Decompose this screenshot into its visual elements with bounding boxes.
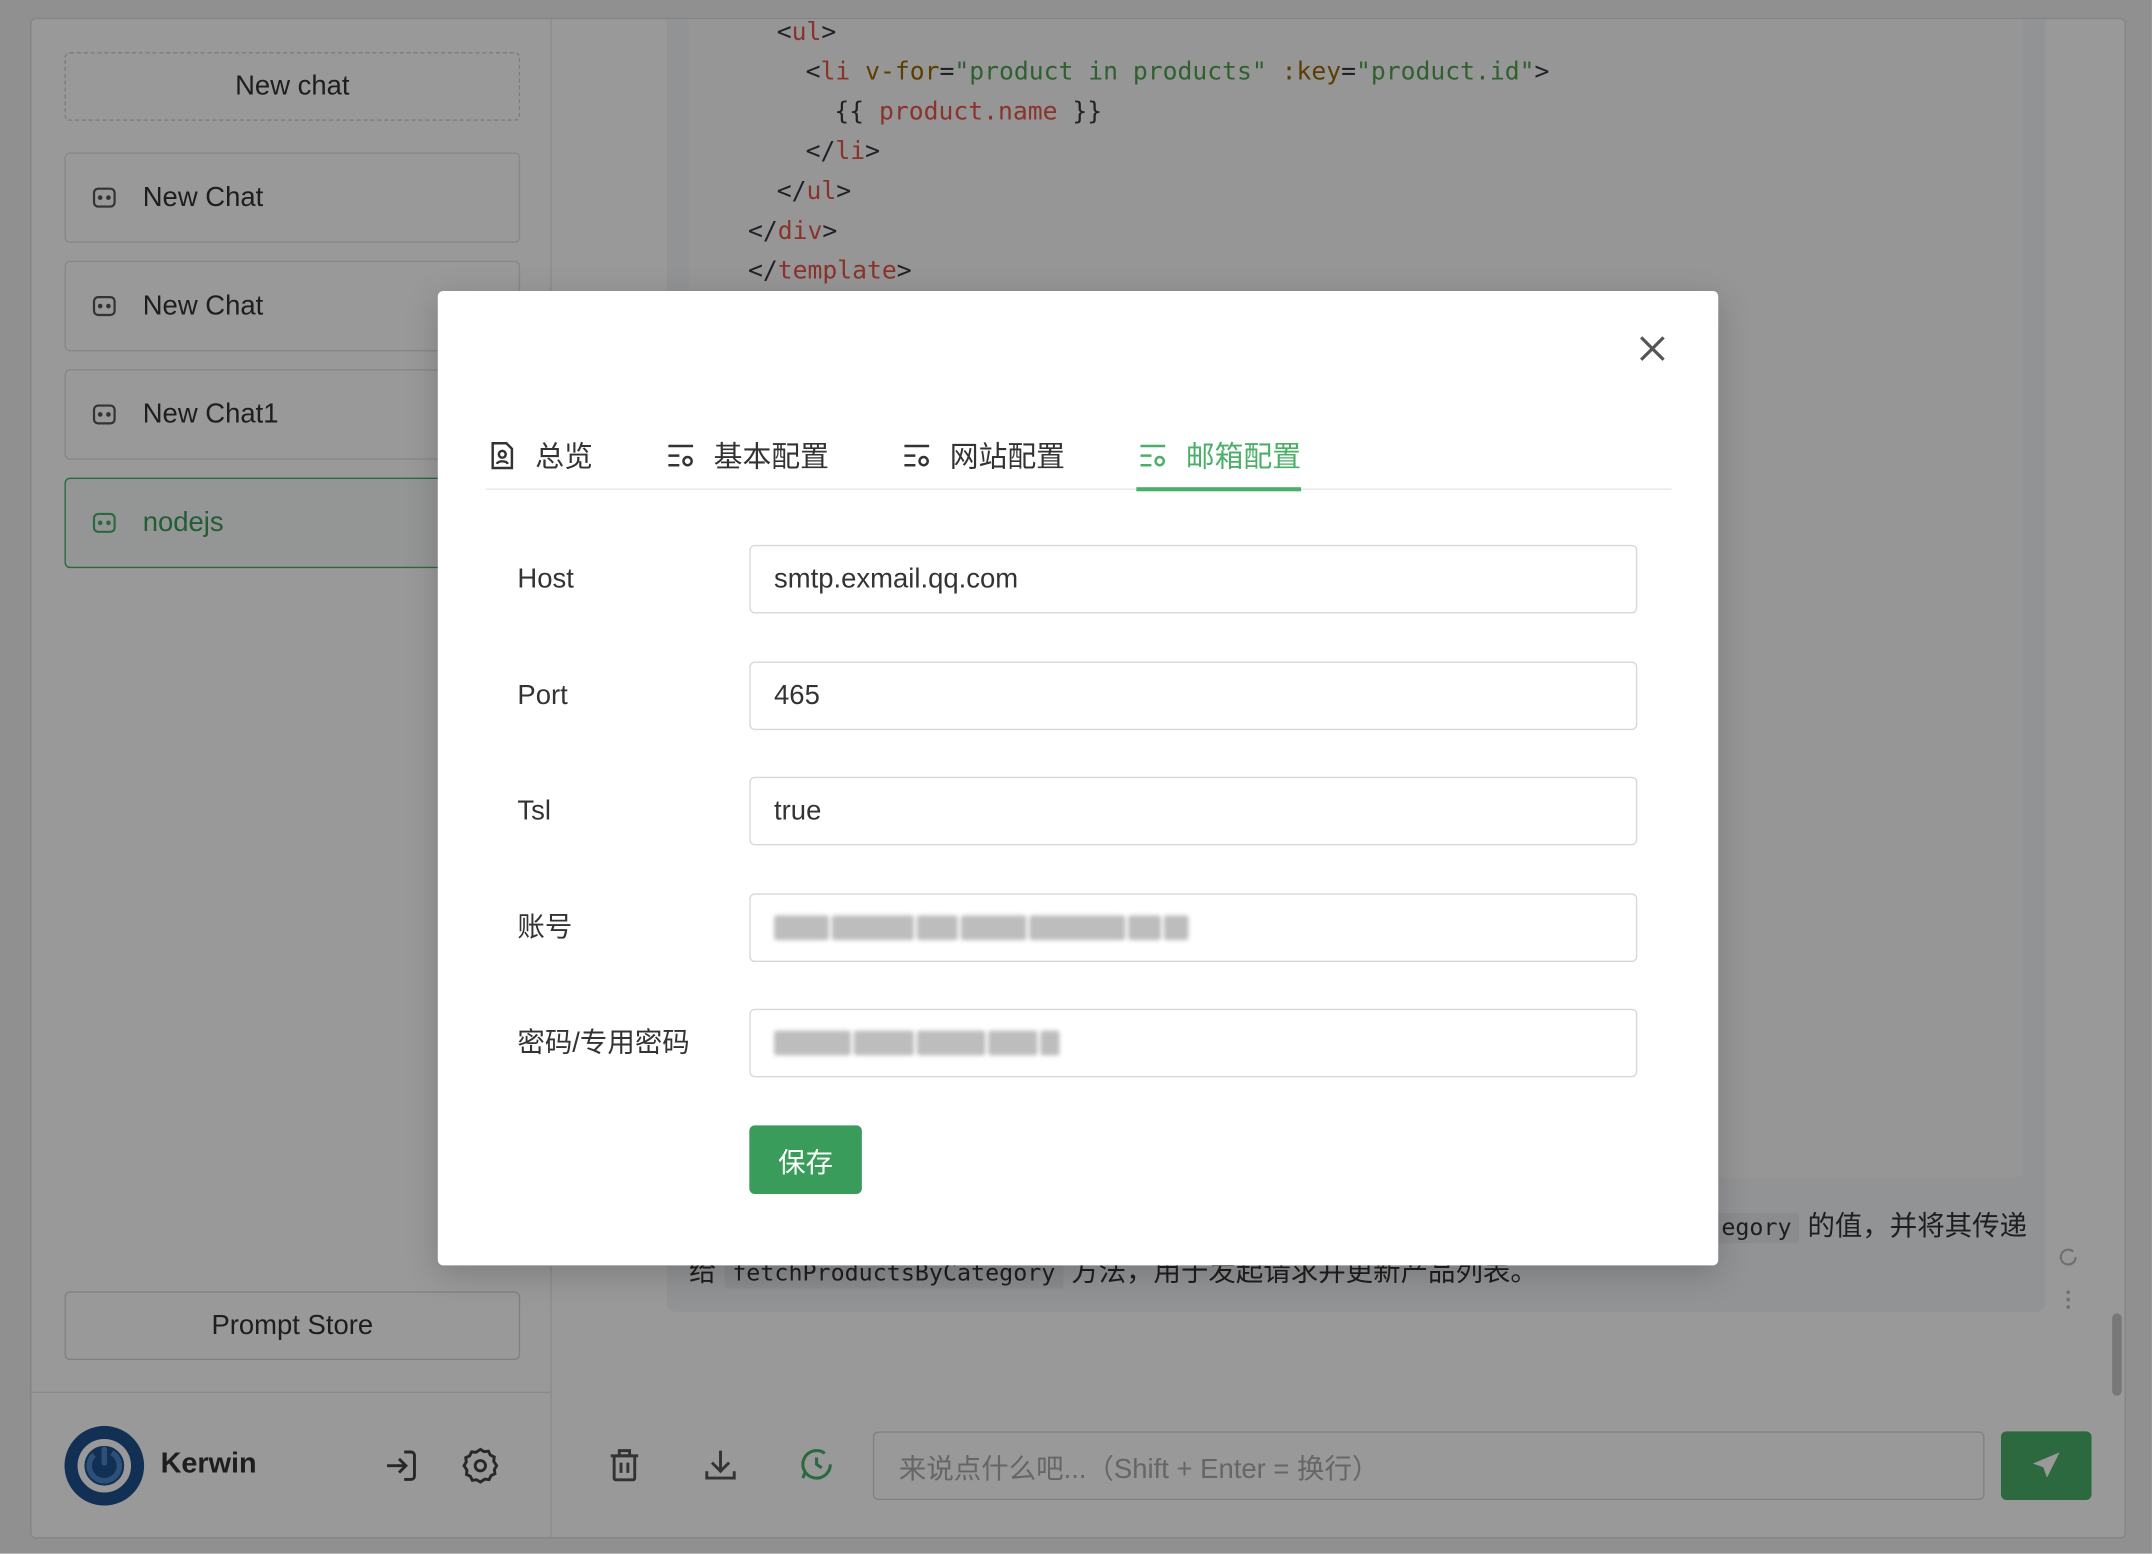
redacted-value	[774, 915, 1189, 941]
host-label: Host	[517, 564, 574, 595]
settings-tabs: 总览 基本配置 网站配置 邮箱配置	[485, 421, 1672, 492]
tab-mail-config[interactable]: 邮箱配置	[1136, 421, 1302, 492]
tab-basic-config[interactable]: 基本配置	[664, 421, 829, 490]
port-label: Port	[517, 680, 568, 711]
form-row-password: 密码/专用密码	[517, 1008, 1638, 1078]
list-settings-icon	[904, 444, 930, 467]
save-button[interactable]: 保存	[749, 1125, 862, 1194]
account-label: 账号	[517, 912, 573, 943]
tab-label: 基本配置	[713, 441, 829, 474]
redacted-value	[774, 1030, 1060, 1056]
form-row-account: 账号	[517, 893, 1638, 963]
form-row-host: Host smtp.exmail.qq.com	[517, 544, 1638, 614]
tab-site-config[interactable]: 网站配置	[900, 421, 1065, 490]
password-input[interactable]	[749, 1008, 1638, 1078]
account-input[interactable]	[749, 893, 1638, 963]
document-user-icon	[491, 442, 514, 470]
password-label: 密码/专用密码	[517, 1027, 690, 1059]
list-settings-icon	[1140, 444, 1166, 467]
host-input[interactable]: smtp.exmail.qq.com	[749, 544, 1638, 614]
settings-modal: 总览 基本配置 网站配置 邮箱配置 Host smtp.exmail.qq.co…	[437, 290, 1719, 1266]
page-stage: New chat New Chat New Chat New Chat1 nod…	[0, 0, 2152, 1554]
form-row-tsl: Tsl true	[517, 776, 1638, 846]
tsl-input[interactable]: true	[749, 776, 1638, 846]
tab-label: 邮箱配置	[1185, 441, 1302, 474]
tab-label: 总览	[535, 441, 593, 474]
port-input[interactable]: 465	[749, 661, 1638, 731]
tsl-label: Tsl	[517, 795, 551, 827]
tab-overview[interactable]: 总览	[486, 421, 593, 490]
list-settings-icon	[668, 444, 694, 467]
tab-label: 网站配置	[949, 441, 1065, 474]
form-row-port: Port 465	[517, 661, 1638, 731]
close-icon[interactable]	[1633, 329, 1671, 367]
